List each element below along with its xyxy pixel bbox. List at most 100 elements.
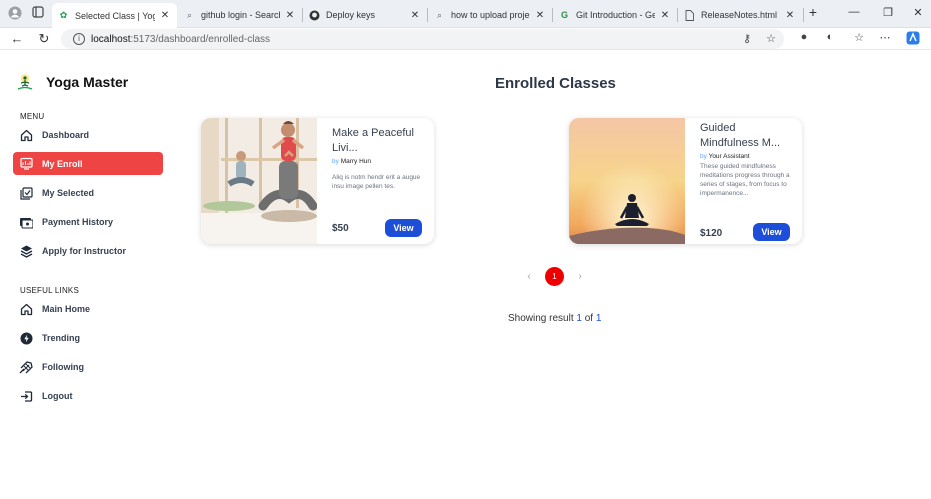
sidebar-link-following[interactable]: Following [13,355,163,379]
result-summary: Showing result 1 of 1 [508,313,601,324]
more-options-icon[interactable]: ⋯ [877,31,893,44]
close-window-icon[interactable]: ✕ [910,6,926,19]
browser-tab-bar: ✿ Selected Class | Yoga Maste ✕ ⌕ github… [0,0,931,28]
extension-icon[interactable]: ● [796,31,812,43]
key-icon[interactable]: ⚷ [739,32,755,45]
class-card-body: Guided Mindfulness M... by Your Assistan… [700,121,792,198]
sidebar-item-label: Dashboard [42,130,90,140]
tab-upload-project[interactable]: ⌕ how to upload project on gi ✕ [428,4,552,26]
view-button[interactable]: View [385,219,422,237]
reload-icon[interactable]: ↻ [35,30,53,48]
sidebar-link-trending[interactable]: Trending [13,326,163,350]
file-favicon-icon [684,9,695,21]
tab-separator [803,8,804,22]
brand-name: Yoga Master [46,74,129,90]
by-prefix: by [332,158,339,165]
browser-address-bar: ← ↻ i localhost:5173/dashboard/enrolled-… [0,28,931,50]
pagination: ‹ 1 › [522,267,587,286]
next-page-button[interactable]: › [573,271,587,282]
logout-icon [19,389,33,403]
class-image [569,118,685,244]
payment-icon [19,215,33,229]
favorite-star-icon[interactable]: ☆ [763,32,779,45]
url-path: :5173/dashboard/enrolled-class [130,33,271,45]
menu-heading: MENU [20,112,45,121]
new-tab-button[interactable]: + [805,4,821,20]
tab-selected-class[interactable]: ✿ Selected Class | Yoga Maste ✕ [52,3,177,28]
sidebar-item-label: Logout [42,391,73,401]
tab-actions-icon[interactable] [30,6,46,22]
trending-icon [19,331,33,345]
tab-close-icon[interactable]: ✕ [659,10,671,21]
sidebar-item-payment-history[interactable]: Payment History [13,210,163,234]
useful-links-heading: USEFUL LINKS [20,286,80,295]
sidebar-item-dashboard[interactable]: Dashboard [13,123,163,147]
sidebar-link-logout[interactable]: Logout [13,384,163,408]
sidebar-item-label: Main Home [42,304,91,314]
following-icon [19,360,33,374]
sidebar-item-label: Payment History [42,217,114,227]
url-host: localhost [91,33,131,45]
sidebar-item-label: Apply for Instructor [42,246,127,256]
restore-icon[interactable]: ❐ [880,6,896,19]
result-of: of [584,313,594,324]
yoga-favicon-icon: ✿ [59,10,68,20]
result-total: 1 [595,313,602,324]
github-favicon-icon [309,10,320,21]
class-instructor: by Your Assistant [700,153,792,160]
prev-page-button[interactable]: ‹ [522,271,536,282]
tab-close-icon[interactable]: ✕ [534,10,546,21]
tab-close-icon[interactable]: ✕ [409,10,421,21]
class-title: Guided Mindfulness M... [700,122,781,149]
instructor-name: Your Assistant [708,153,750,160]
favorites-icon[interactable]: ☆ [851,31,867,44]
selected-icon [19,186,33,200]
tab-title: ReleaseNotes.html [701,10,778,20]
class-description: Aliq is notm hendr erit a augue insu ima… [332,174,421,190]
tab-close-icon[interactable]: ✕ [784,10,796,21]
sidebar-link-main-home[interactable]: Main Home [13,297,163,321]
result-prefix: Showing result [508,313,574,324]
tab-title: github login - Search [201,10,280,20]
tab-release-notes[interactable]: ReleaseNotes.html ✕ [678,4,802,26]
enroll-icon [19,157,33,171]
page-title: Enrolled Classes [495,75,616,92]
gfg-favicon-icon: G [560,9,568,20]
view-button[interactable]: View [753,223,790,241]
class-title: Make a Peaceful Livi... [332,127,414,154]
minimize-icon[interactable]: — [846,6,862,18]
instructor-name: Marry Hun [340,158,372,165]
instructor-icon [19,244,33,258]
page-number-button[interactable]: 1 [545,267,564,286]
tab-title: Git Introduction - Geeksfor [576,10,655,20]
class-image [201,118,318,244]
class-instructor: by Marry Hun [332,158,424,165]
by-prefix: by [700,153,707,160]
search-favicon-icon: ⌕ [186,9,193,20]
class-card-body: Make a Peaceful Livi... by Marry Hun Ali… [332,126,424,191]
copilot-icon[interactable] [905,31,921,48]
tab-title: Deploy keys [326,10,376,20]
tab-title: Selected Class | Yoga Maste [75,10,155,21]
class-price: $50 [332,223,349,234]
sidebar-item-apply-instructor[interactable]: Apply for Instructor [13,239,163,263]
site-info-icon[interactable]: i [73,33,85,45]
tab-close-icon[interactable]: ✕ [159,10,171,21]
tab-github-login[interactable]: ⌕ github login - Search ✕ [178,4,302,26]
tab-close-icon[interactable]: ✕ [284,10,296,21]
tab-git-introduction[interactable]: G Git Introduction - Geeksfor ✕ [553,4,677,26]
class-card: Make a Peaceful Livi... by Marry Hun Ali… [201,118,434,244]
brand[interactable]: Yoga Master [16,73,128,91]
sidebar-item-label: Trending [42,333,80,343]
profile-icon[interactable] [7,6,23,22]
class-card: Guided Mindfulness M... by Your Assistan… [569,118,802,244]
tab-title: how to upload project on gi [451,10,530,20]
sidebar-item-my-selected[interactable]: My Selected [13,181,163,205]
copilot-extension-icon[interactable]: ◐ [822,31,838,43]
url-field[interactable]: i localhost:5173/dashboard/enrolled-clas… [61,29,784,49]
url-text: localhost:5173/dashboard/enrolled-class [91,34,270,45]
class-description: These guided mindfulness meditations pro… [700,163,790,197]
back-icon[interactable]: ← [8,30,26,48]
sidebar-item-my-enroll[interactable]: My Enroll [13,152,163,175]
tab-deploy-keys[interactable]: Deploy keys ✕ [303,4,427,26]
